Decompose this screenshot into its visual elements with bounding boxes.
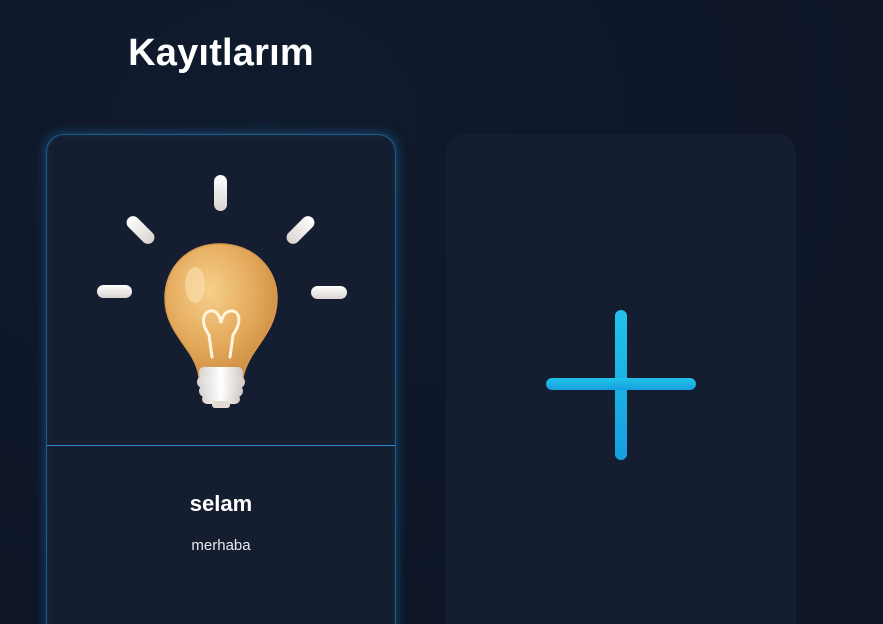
lightbulb-icon [97, 175, 347, 408]
notes-page: Kayıtlarım selam merhaba [0, 0, 883, 624]
plus-icon [546, 310, 696, 460]
page-title: Kayıtlarım [128, 32, 314, 74]
note-card-image [47, 135, 395, 446]
note-title: selam [189, 491, 253, 516]
note-card[interactable]: selam merhaba [46, 134, 396, 624]
note-description: merhaba [191, 537, 251, 554]
add-note-button[interactable] [446, 134, 796, 624]
